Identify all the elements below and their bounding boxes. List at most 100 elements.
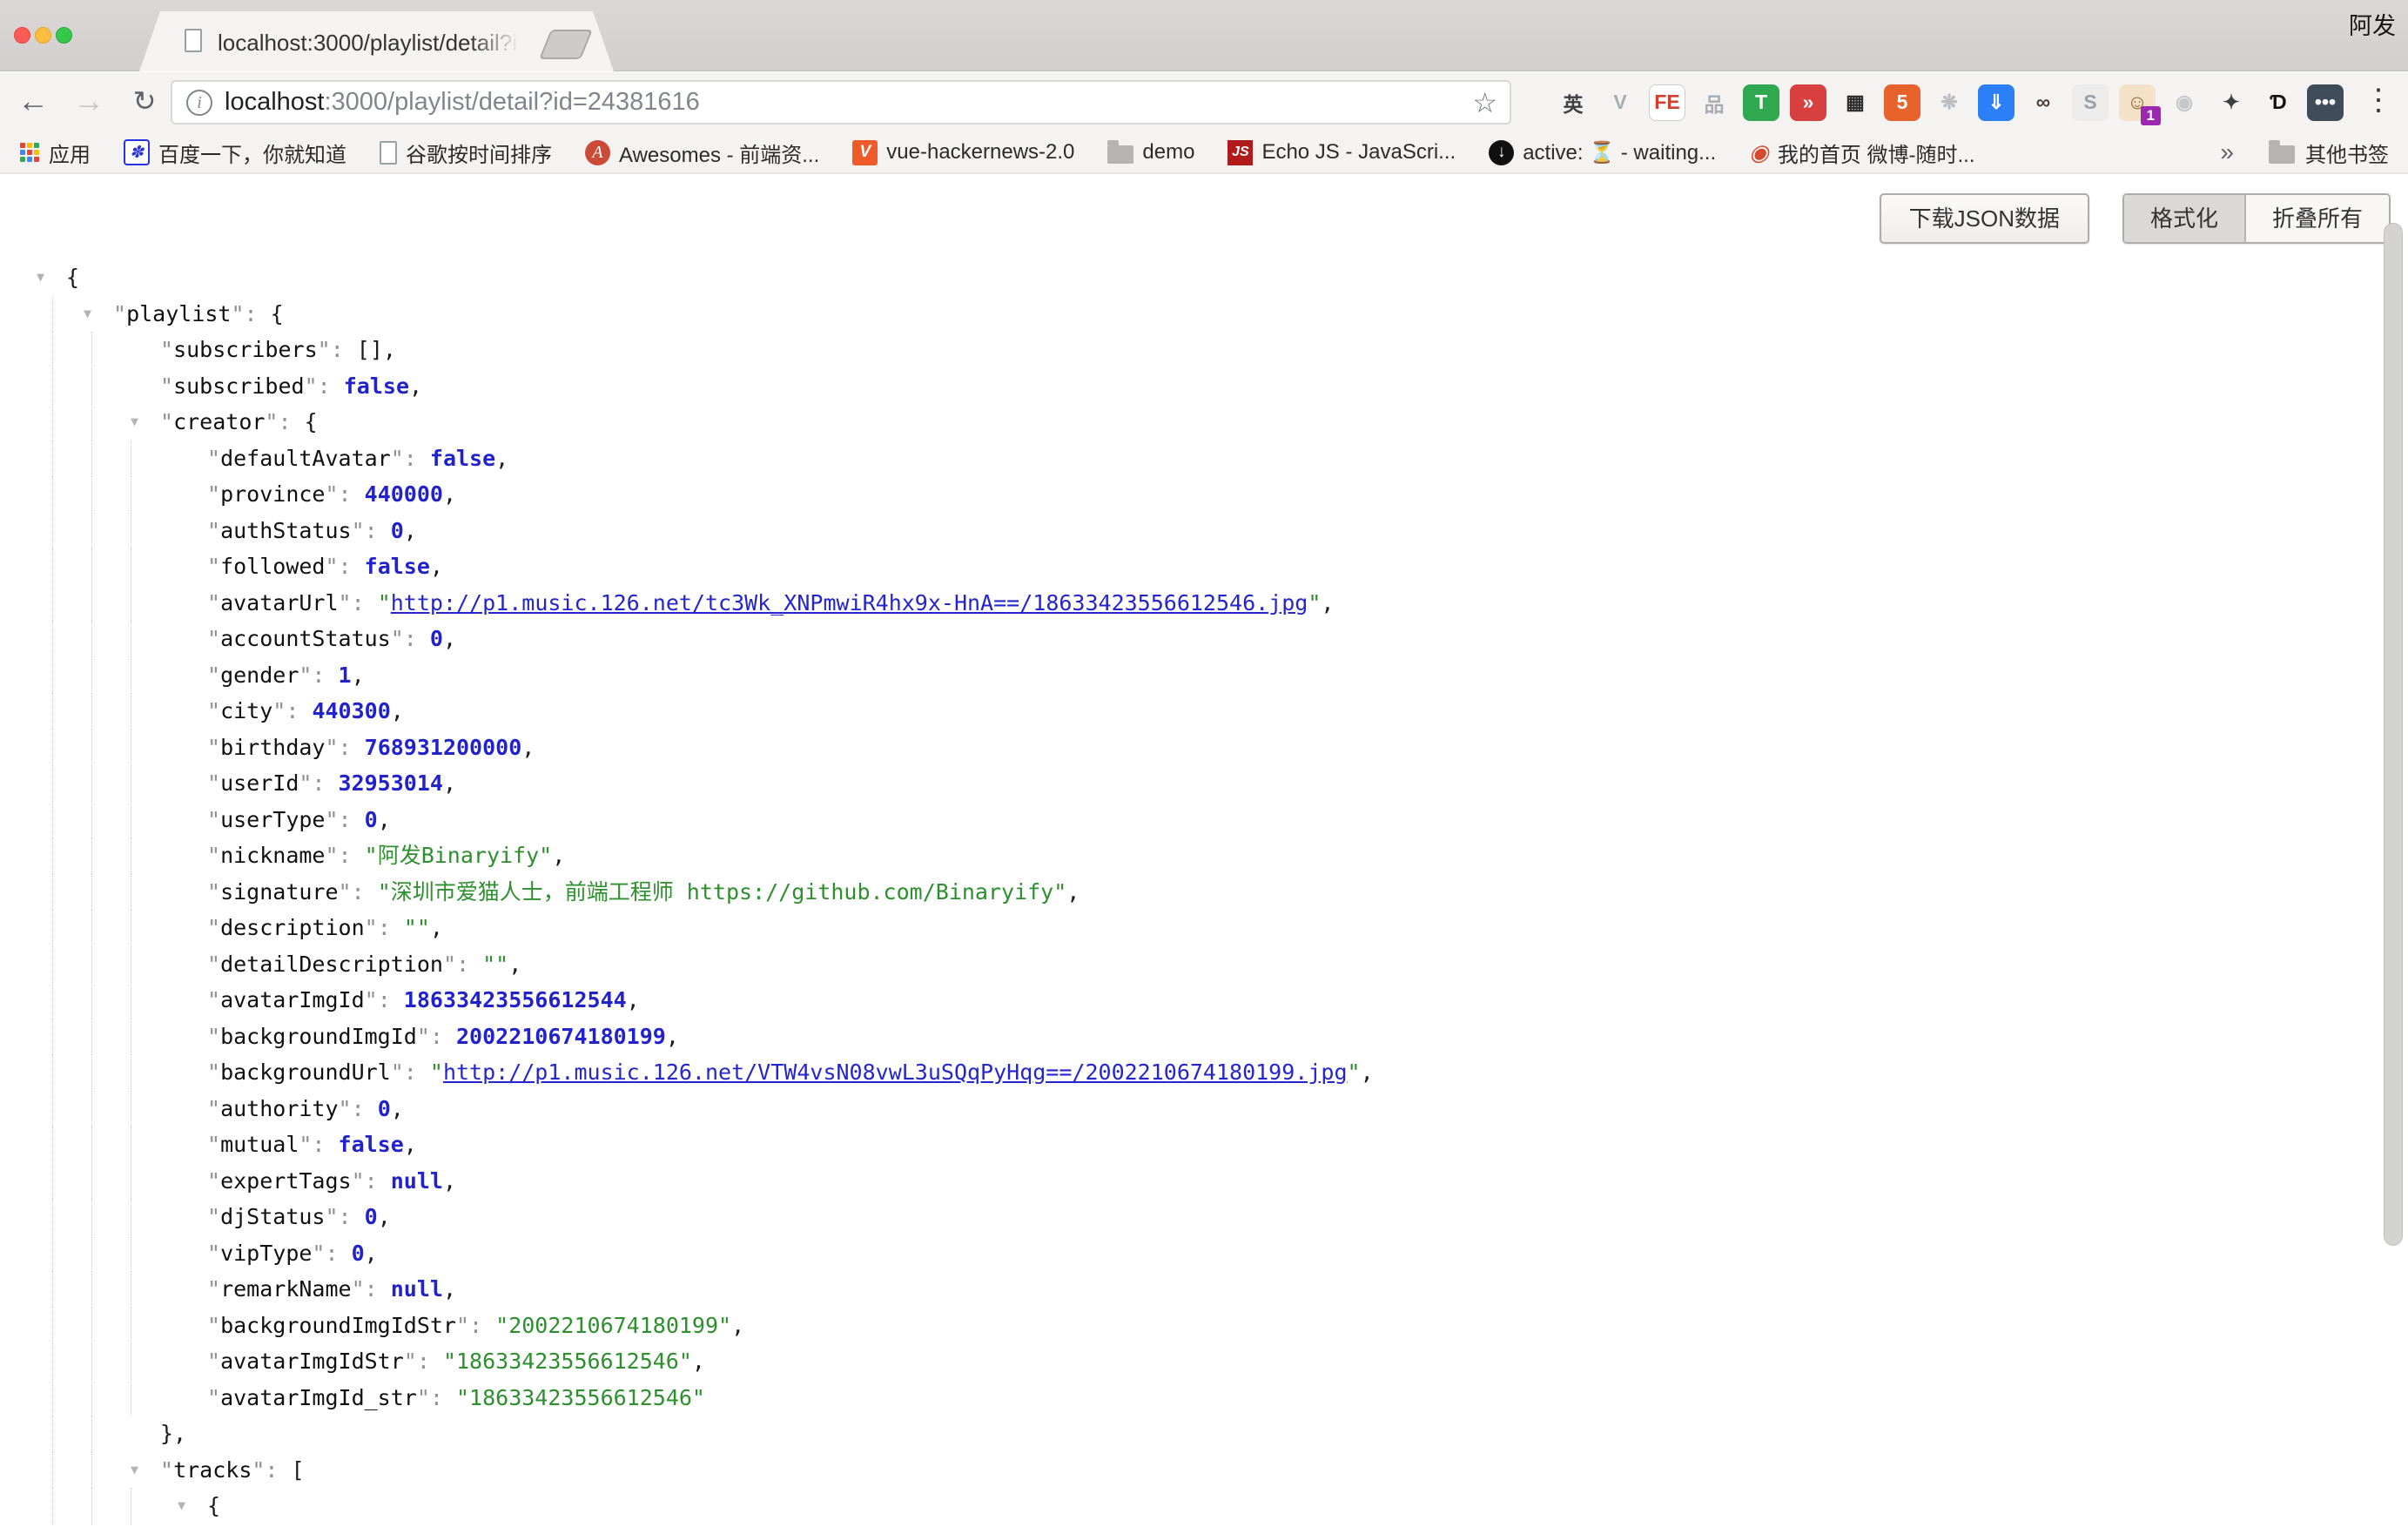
json-token: " bbox=[207, 1241, 220, 1266]
zoom-window-button[interactable] bbox=[56, 27, 72, 44]
bookmark-label: 我的首页 微博-随时... bbox=[1778, 138, 1975, 168]
bookmark-item[interactable]: JSEcho JS - JavaScri... bbox=[1228, 140, 1456, 165]
weibo-gray-icon[interactable]: ◉ bbox=[2166, 84, 2203, 121]
json-token: , bbox=[365, 1241, 378, 1266]
format-button[interactable]: 格式化 bbox=[2124, 195, 2246, 242]
indent-guide bbox=[91, 332, 92, 368]
indent-guide bbox=[52, 1019, 53, 1055]
monkey-icon[interactable]: ☺1 bbox=[2119, 84, 2156, 121]
close-window-button[interactable] bbox=[14, 27, 30, 44]
json-token: " bbox=[207, 481, 220, 507]
json-token: ": bbox=[352, 518, 391, 543]
collapse-arrow-icon[interactable]: ▼ bbox=[37, 259, 44, 296]
reload-button[interactable]: ↻ bbox=[122, 72, 167, 132]
json-token: " bbox=[207, 770, 220, 796]
json-token: 1 bbox=[339, 663, 352, 688]
json-token: " bbox=[113, 301, 126, 326]
json-key: authority bbox=[220, 1096, 338, 1121]
json-token: , bbox=[521, 735, 535, 760]
minimize-window-button[interactable] bbox=[35, 27, 51, 44]
indent-guide bbox=[91, 513, 92, 549]
s-icon[interactable]: S bbox=[2072, 84, 2109, 121]
forward-button: → bbox=[66, 72, 111, 132]
indent-guide bbox=[91, 982, 92, 1019]
bookmark-item[interactable]: 谷歌按时间排序 bbox=[380, 138, 552, 168]
vue-icon: V bbox=[852, 140, 878, 165]
video-speed-icon[interactable]: » bbox=[1790, 84, 1826, 121]
json-link[interactable]: http://p1.music.126.net/tc3Wk_XNPmwiR4hx… bbox=[391, 590, 1308, 616]
url-text: localhost:3000/playlist/detail?id=243816… bbox=[225, 88, 700, 117]
json-token: , bbox=[443, 626, 456, 651]
json-token: , bbox=[404, 1132, 417, 1157]
json-token: , bbox=[378, 807, 391, 832]
json-token: ": bbox=[325, 481, 364, 507]
tab-bar: localhost:3000/playlist/detail?i × 阿发 bbox=[0, 0, 2408, 71]
indent-guide bbox=[91, 802, 92, 838]
json-line: "userType": 0, bbox=[0, 802, 2408, 838]
apps-grid-icon bbox=[19, 142, 40, 163]
download-shield-icon[interactable]: ⇓ bbox=[1978, 84, 2015, 121]
indent-guide bbox=[91, 585, 92, 622]
profile-name[interactable]: 阿发 bbox=[2349, 7, 2396, 41]
json-token: " bbox=[207, 554, 220, 579]
chrome-menu-icon[interactable]: ⋮ bbox=[2361, 72, 2396, 132]
bookmark-item[interactable]: AAwesomes - 前端资... bbox=[585, 138, 819, 168]
bookmark-item[interactable]: ✽百度一下，你就知道 bbox=[124, 138, 346, 168]
collapse-arrow-icon[interactable]: ▼ bbox=[131, 1452, 138, 1489]
json-token: "" bbox=[404, 915, 430, 940]
collapse-arrow-icon[interactable]: ▼ bbox=[131, 404, 138, 441]
green-shield-icon[interactable]: T bbox=[1743, 84, 1779, 121]
indent-guide bbox=[91, 1308, 92, 1344]
org-chart-icon[interactable]: 品 bbox=[1696, 84, 1732, 121]
awesomes-icon: A bbox=[585, 140, 610, 165]
collapse-arrow-icon[interactable]: ▼ bbox=[84, 296, 91, 333]
scrollbar-thumb[interactable] bbox=[2384, 223, 2403, 1246]
d-icon[interactable]: Ɗ bbox=[2260, 84, 2297, 121]
address-bar[interactable]: i localhost:3000/playlist/detail?id=2438… bbox=[171, 80, 1511, 124]
collapse-all-button[interactable]: 折叠所有 bbox=[2246, 195, 2389, 242]
extension-badge: 1 bbox=[2141, 106, 2161, 125]
hummingbird-icon[interactable]: ✦ bbox=[2213, 84, 2250, 121]
bookmark-star-icon[interactable]: ☆ bbox=[1472, 86, 1497, 119]
json-line: "expertTags": null, bbox=[0, 1163, 2408, 1200]
collapse-arrow-icon[interactable]: ▼ bbox=[178, 1488, 185, 1524]
json-token: { bbox=[207, 1493, 220, 1518]
vue-gray-icon[interactable]: V bbox=[1602, 84, 1638, 121]
mask-icon[interactable]: ∞ bbox=[2025, 84, 2062, 121]
translate-icon[interactable]: 英 bbox=[1555, 84, 1591, 121]
json-token: , bbox=[443, 1276, 456, 1302]
json-token: " bbox=[207, 1168, 220, 1194]
json-token: 0 bbox=[378, 1096, 391, 1121]
json-token: " bbox=[378, 590, 391, 616]
dots-square-icon[interactable]: ••• bbox=[2307, 84, 2344, 121]
json-token: ": bbox=[305, 373, 344, 399]
active-tab[interactable]: localhost:3000/playlist/detail?i × bbox=[139, 11, 614, 71]
json-line: "city": 440300, bbox=[0, 693, 2408, 730]
browser-toolbar: ← → ↻ i localhost:3000/playlist/detail?i… bbox=[0, 72, 2408, 132]
bookmark-item[interactable]: Vvue-hackernews-2.0 bbox=[852, 140, 1074, 165]
bookmarks-overflow-chevron[interactable]: » bbox=[2220, 138, 2234, 166]
bookmark-item[interactable]: 应用 bbox=[19, 138, 91, 168]
download-json-button[interactable]: 下载JSON数据 bbox=[1880, 193, 2089, 244]
json-link[interactable]: http://p1.music.126.net/VTW4vsN08vwL3uSQ… bbox=[443, 1059, 1348, 1085]
json-token: ": bbox=[325, 735, 364, 760]
bookmark-item[interactable]: ◉我的首页 微博-随时... bbox=[1749, 138, 1974, 168]
fe-icon[interactable]: FE bbox=[1649, 84, 1685, 121]
json-token: }, bbox=[160, 1421, 186, 1446]
page-favicon-icon bbox=[185, 29, 202, 52]
json-key: defaultAvatar bbox=[220, 446, 391, 471]
paw-icon[interactable]: ❋ bbox=[1931, 84, 1967, 121]
json-line: "subscribed": false, bbox=[0, 368, 2408, 405]
json-token: ": bbox=[325, 1204, 364, 1229]
html5-player-icon[interactable]: 5 bbox=[1884, 84, 1920, 121]
other-bookmarks-button[interactable]: 其他书签 bbox=[2269, 138, 2389, 168]
bookmarks-list: 应用 ✽百度一下，你就知道 谷歌按时间排序 AAwesomes - 前端资... Vvu… bbox=[19, 138, 1975, 168]
site-info-icon[interactable]: i bbox=[186, 90, 212, 116]
bookmark-item[interactable]: ↓active: ⏳ - waiting... bbox=[1489, 140, 1716, 165]
back-button[interactable]: ← bbox=[10, 72, 56, 132]
tab-title-fade bbox=[470, 27, 540, 58]
json-token: , bbox=[443, 770, 456, 796]
bookmark-item[interactable]: demo bbox=[1107, 140, 1194, 165]
qrcode-icon[interactable]: ▦ bbox=[1837, 84, 1873, 121]
indent-guide bbox=[52, 585, 53, 622]
